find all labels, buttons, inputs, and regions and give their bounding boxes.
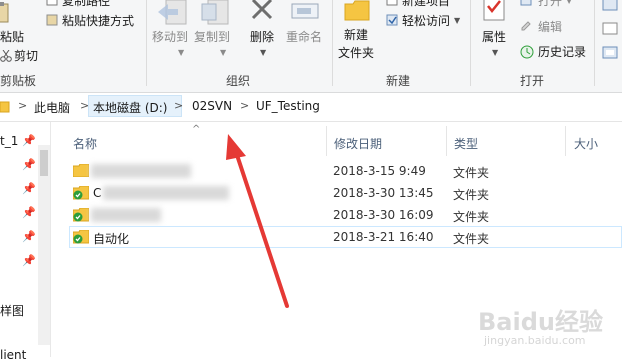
baidu-jingyan-watermark: Baidu经验 jingyan.baidu.com <box>470 300 620 352</box>
watermark-url: jingyan.baidu.com <box>484 334 586 347</box>
watermark-brand: Baidu经验 <box>478 308 603 336</box>
